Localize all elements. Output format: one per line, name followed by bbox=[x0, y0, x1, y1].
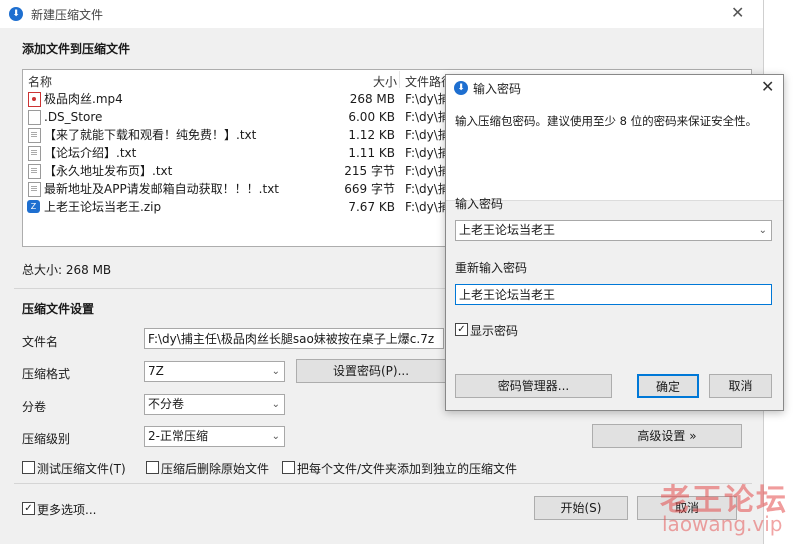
start-button[interactable]: 开始(S) bbox=[534, 496, 628, 520]
add-files-heading: 添加文件到压缩文件 bbox=[22, 42, 131, 56]
title-bar: ⬇ 新建压缩文件 ✕ bbox=[0, 0, 763, 28]
text-file-icon bbox=[28, 146, 41, 161]
password-input[interactable]: 上老王论坛当老王 ⌄ bbox=[455, 220, 772, 241]
app-logo-icon: ⬇ bbox=[9, 7, 23, 21]
level-value: 2-正常压缩 bbox=[148, 429, 208, 443]
close-icon[interactable]: ✕ bbox=[731, 3, 744, 22]
volume-label: 分卷 bbox=[22, 400, 47, 414]
file-name: 【论坛介绍】.txt bbox=[44, 146, 137, 160]
volume-value: 不分卷 bbox=[148, 397, 185, 411]
window-title: 新建压缩文件 bbox=[31, 8, 104, 22]
show-password-label: 显示密码 bbox=[470, 324, 519, 338]
column-header-name[interactable]: 名称 bbox=[28, 73, 52, 90]
divider bbox=[14, 483, 752, 484]
text-file-icon bbox=[28, 164, 41, 179]
chevron-down-icon: ⌄ bbox=[271, 399, 280, 410]
file-size: 215 字节 bbox=[344, 164, 395, 178]
set-password-button[interactable]: 设置密码(P)... bbox=[296, 359, 446, 383]
file-path: F:\dy\捕 bbox=[405, 200, 450, 214]
more-options-checkbox[interactable]: ✓ bbox=[22, 502, 35, 515]
format-value: 7Z bbox=[148, 364, 164, 378]
format-select[interactable]: 7Z ⌄ bbox=[144, 361, 285, 382]
separate-archives-checkbox[interactable] bbox=[282, 461, 295, 474]
blank-file-icon bbox=[28, 110, 41, 125]
file-size: 6.00 KB bbox=[348, 110, 395, 124]
total-size-text: 总大小: 268 MB bbox=[22, 263, 112, 277]
file-name: .DS_Store bbox=[44, 110, 103, 124]
dialog-cancel-button[interactable]: 取消 bbox=[709, 374, 772, 398]
text-file-icon bbox=[28, 182, 41, 197]
test-archive-label: 测试压缩文件(T) bbox=[37, 462, 126, 476]
password-manager-button[interactable]: 密码管理器... bbox=[455, 374, 612, 398]
chevron-down-icon: ⌄ bbox=[271, 431, 280, 442]
file-path: F:\dy\捕 bbox=[405, 146, 450, 160]
dialog-title: 输入密码 bbox=[473, 82, 522, 96]
level-select[interactable]: 2-正常压缩 ⌄ bbox=[144, 426, 285, 447]
settings-heading: 压缩文件设置 bbox=[22, 302, 95, 316]
dialog-info-panel: 输入压缩包密码。建议使用至少 8 位的密码来保证安全性。 bbox=[446, 101, 783, 200]
column-divider[interactable] bbox=[399, 71, 400, 88]
file-path: F:\dy\捕 bbox=[405, 182, 450, 196]
volume-select[interactable]: 不分卷 ⌄ bbox=[144, 394, 285, 415]
dialog-close-icon[interactable]: ✕ bbox=[761, 77, 774, 96]
file-path: F:\dy\捕 bbox=[405, 128, 450, 142]
confirm-password-label: 重新输入密码 bbox=[455, 261, 528, 275]
file-size: 669 字节 bbox=[344, 182, 395, 196]
app-logo-icon: ⬇ bbox=[454, 81, 468, 95]
level-label: 压缩级别 bbox=[22, 432, 71, 446]
delete-after-checkbox[interactable] bbox=[146, 461, 159, 474]
watermark-url: laowang.vip bbox=[662, 512, 783, 536]
show-password-checkbox[interactable]: ✓ bbox=[455, 323, 468, 336]
test-archive-checkbox[interactable] bbox=[22, 461, 35, 474]
file-size: 1.12 KB bbox=[348, 128, 395, 142]
file-name: 极品肉丝.mp4 bbox=[44, 92, 123, 106]
dialog-instruction: 输入压缩包密码。建议使用至少 8 位的密码来保证安全性。 bbox=[455, 114, 758, 128]
zip-file-icon: Z bbox=[27, 200, 40, 213]
more-options-label[interactable]: 更多选项... bbox=[37, 501, 96, 518]
file-size: 1.11 KB bbox=[348, 146, 395, 160]
mp4-file-icon bbox=[28, 92, 41, 107]
filename-label: 文件名 bbox=[22, 335, 59, 349]
file-name: 最新地址及APP请发邮箱自动获取！！！.txt bbox=[44, 182, 280, 196]
advanced-settings-button[interactable]: 高级设置 » bbox=[592, 424, 742, 448]
file-name: 【来了就能下载和观看！纯免费！】.txt bbox=[44, 128, 257, 142]
file-path: F:\dy\捕 bbox=[405, 92, 450, 106]
file-path: F:\dy\捕 bbox=[405, 164, 450, 178]
filename-input[interactable]: F:\dy\捕主任\极品肉丝长腿sao妹被按在桌子上爆c.7z bbox=[144, 328, 444, 349]
password-value: 上老王论坛当老王 bbox=[459, 223, 556, 237]
file-name: 上老王论坛当老王.zip bbox=[44, 200, 162, 214]
dialog-title-bar: ⬇ 输入密码 ✕ bbox=[446, 75, 783, 101]
format-label: 压缩格式 bbox=[22, 367, 71, 381]
chevron-down-icon: ⌄ bbox=[271, 366, 280, 377]
delete-after-label: 压缩后删除原始文件 bbox=[161, 462, 270, 476]
file-path: F:\dy\捕 bbox=[405, 110, 450, 124]
column-header-size[interactable]: 大小 bbox=[373, 73, 397, 90]
confirm-password-input[interactable]: 上老王论坛当老王 bbox=[455, 284, 772, 305]
password-label: 输入密码 bbox=[455, 197, 504, 211]
chevron-down-icon: ⌄ bbox=[758, 225, 767, 236]
password-dialog: ⬇ 输入密码 ✕ 输入压缩包密码。建议使用至少 8 位的密码来保证安全性。 输入… bbox=[445, 74, 784, 411]
text-file-icon bbox=[28, 128, 41, 143]
file-size: 7.67 KB bbox=[348, 200, 395, 214]
separate-archives-label: 把每个文件/文件夹添加到独立的压缩文件 bbox=[297, 462, 518, 476]
file-name: 【永久地址发布页】.txt bbox=[44, 164, 173, 178]
file-size: 268 MB bbox=[349, 92, 395, 106]
ok-button[interactable]: 确定 bbox=[637, 374, 699, 398]
